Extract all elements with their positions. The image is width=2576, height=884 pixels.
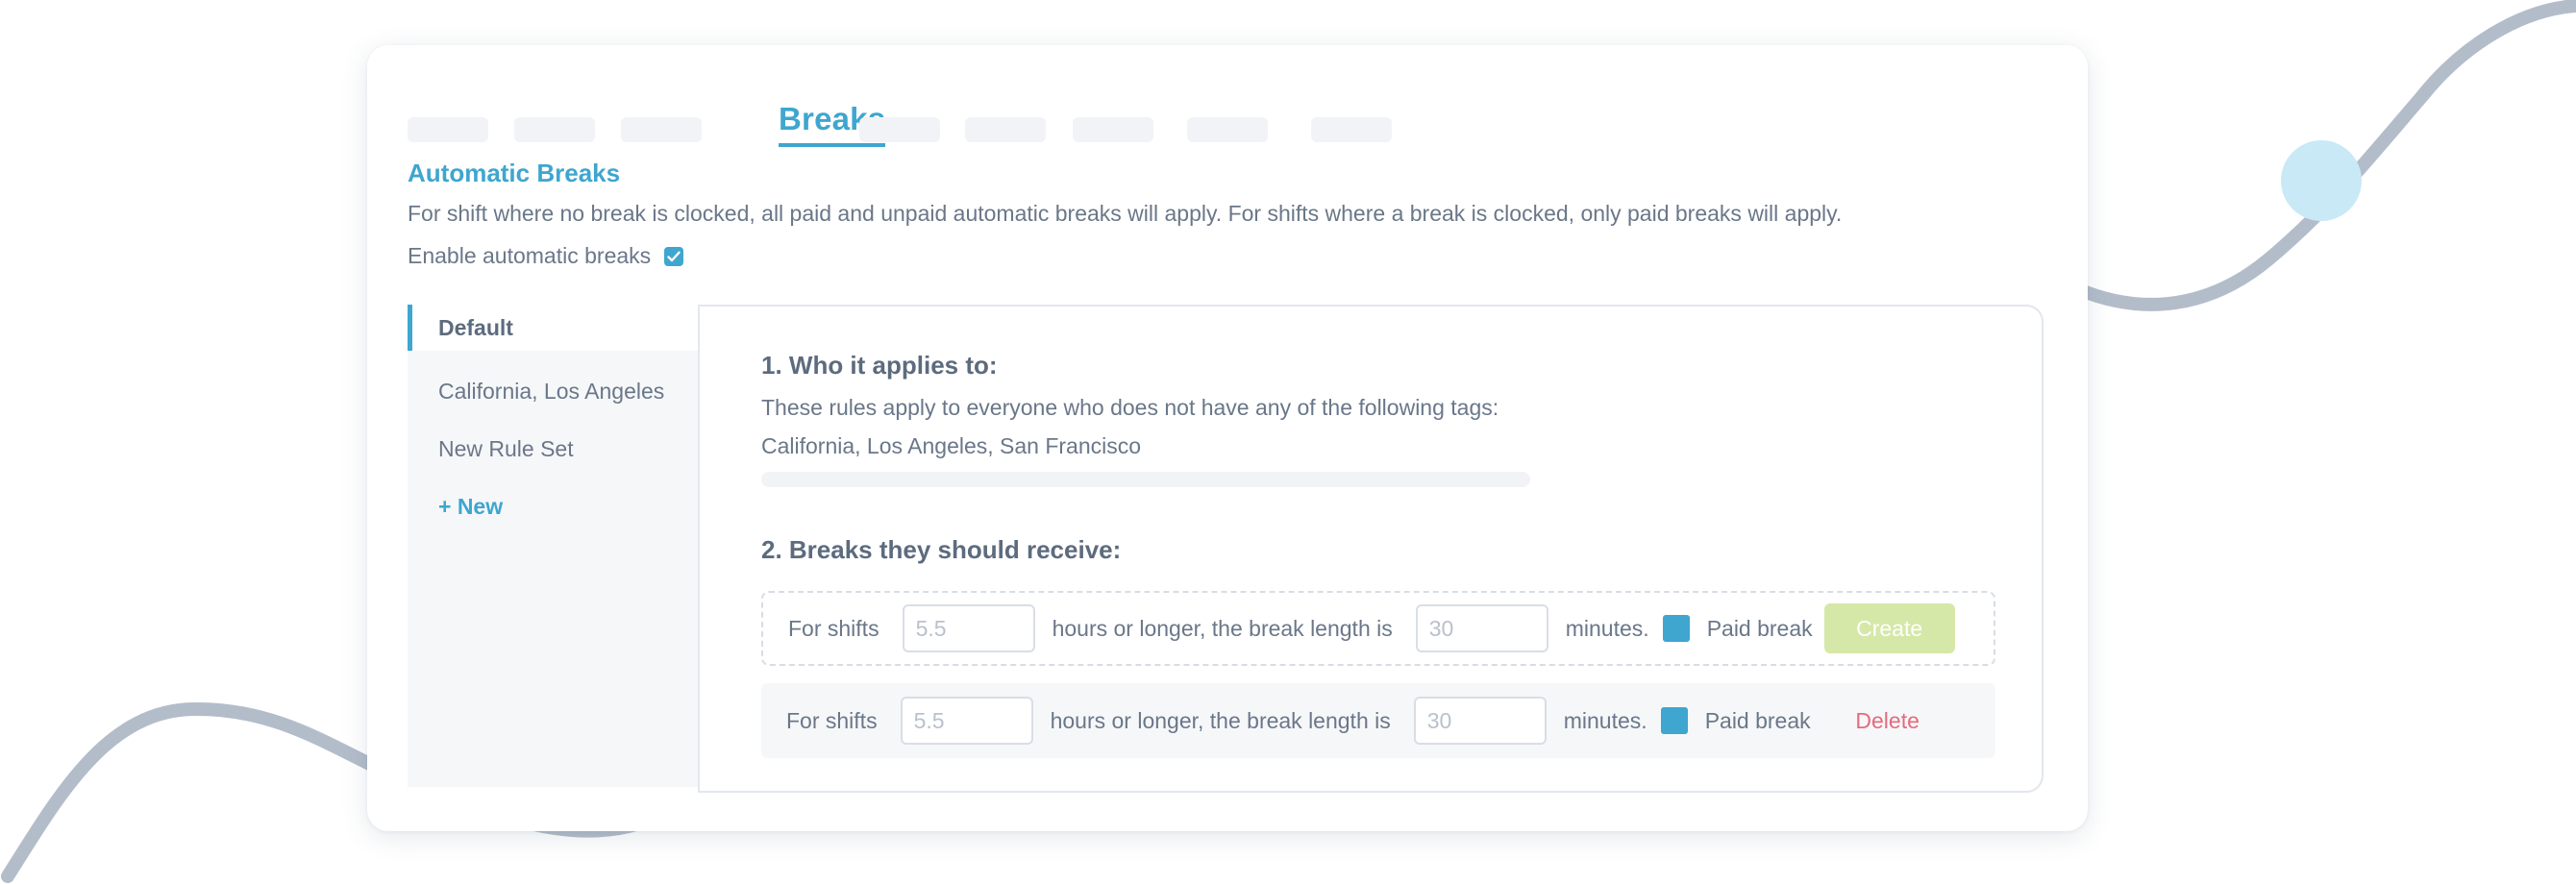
minutes-input[interactable] — [1415, 604, 1548, 652]
rule-set-item-new-rule-set[interactable]: New Rule Set — [408, 420, 698, 478]
tab-placeholder[interactable] — [514, 117, 595, 142]
paid-break-checkbox[interactable] — [1660, 707, 1688, 734]
rule-set-item-california[interactable]: California, Los Angeles — [408, 362, 698, 420]
create-button[interactable]: Create — [1823, 603, 1955, 653]
who-applies-tags: California, Los Angeles, San Francisco — [761, 433, 1142, 458]
paid-break-label: Paid break — [1706, 615, 1813, 641]
tab-placeholder[interactable] — [859, 117, 940, 142]
rule-set-panel: Default California, Los Angeles New Rule… — [408, 305, 2043, 793]
automatic-breaks-description: For shift where no break is clocked, all… — [408, 201, 1843, 226]
enable-automatic-breaks-checkbox[interactable] — [664, 246, 684, 266]
who-applies-description: These rules apply to everyone who does n… — [761, 395, 1499, 420]
row-prefix-label: For shifts — [788, 615, 879, 641]
who-applies-heading: 1. Who it applies to: — [761, 351, 998, 380]
new-rule-set-button[interactable]: + New — [408, 478, 698, 535]
decor-dot — [2281, 140, 2362, 221]
tab-placeholder[interactable] — [1073, 117, 1153, 142]
tag-selector-placeholder[interactable] — [761, 472, 1530, 487]
minutes-input[interactable] — [1413, 697, 1547, 745]
settings-card: Breaks Automatic Breaks For shift where … — [367, 45, 2088, 831]
paid-break-label: Paid break — [1704, 707, 1811, 733]
breaks-heading: 2. Breaks they should receive: — [761, 535, 1122, 564]
tab-bar: Breaks — [408, 74, 2042, 170]
enable-automatic-breaks-row: Enable automatic breaks — [408, 243, 684, 269]
tab-placeholder[interactable] — [965, 117, 1046, 142]
tab-placeholder[interactable] — [408, 117, 488, 142]
paid-break-checkbox[interactable] — [1662, 615, 1690, 642]
rule-set-sidebar: Default California, Los Angeles New Rule… — [408, 305, 698, 787]
automatic-breaks-title: Automatic Breaks — [408, 159, 621, 187]
row-prefix-label: For shifts — [786, 707, 878, 733]
tab-placeholder[interactable] — [1187, 117, 1268, 142]
tab-placeholder[interactable] — [1311, 117, 1392, 142]
checkmark-icon — [667, 251, 681, 261]
row-suffix-label: minutes. — [1563, 707, 1647, 733]
delete-button[interactable]: Delete — [1822, 696, 1953, 746]
hours-input[interactable] — [902, 604, 1035, 652]
enable-automatic-breaks-label: Enable automatic breaks — [408, 243, 652, 268]
tab-placeholder[interactable] — [621, 117, 702, 142]
rule-content: 1. Who it applies to: These rules apply … — [698, 305, 2043, 793]
rule-set-item-default[interactable]: Default — [408, 305, 698, 351]
hours-input[interactable] — [900, 697, 1033, 745]
break-rule-row: For shifts hours or longer, the break le… — [761, 683, 1995, 758]
new-break-rule-row: For shifts hours or longer, the break le… — [761, 591, 1995, 666]
row-middle-label: hours or longer, the break length is — [1052, 615, 1393, 641]
row-suffix-label: minutes. — [1565, 615, 1649, 641]
row-middle-label: hours or longer, the break length is — [1050, 707, 1391, 733]
